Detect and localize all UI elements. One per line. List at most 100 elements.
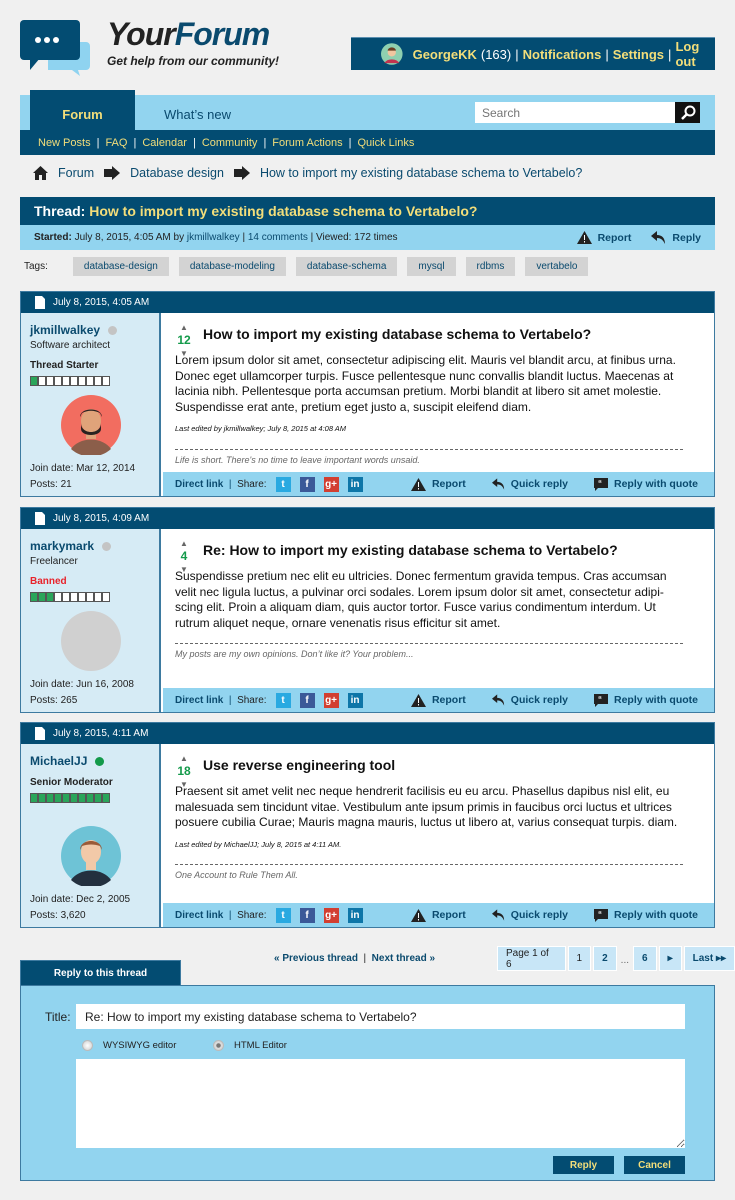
tag[interactable]: database-modeling (178, 257, 286, 276)
report-button[interactable]: Report (410, 908, 466, 922)
reply-tab[interactable]: Reply to this thread (20, 960, 181, 986)
thread-info-bar: Started: July 8, 2015, 4:05 AM by jkmill… (20, 225, 715, 250)
breadcrumb-forum[interactable]: Forum (58, 166, 94, 180)
tagline: Get help from our community! (107, 54, 280, 68)
username-link[interactable]: GeorgeKK (413, 47, 477, 62)
google-plus-icon[interactable]: g+ (323, 476, 339, 492)
radio-html-editor[interactable]: HTML Editor (213, 1040, 287, 1051)
brand-part: Forum (174, 16, 271, 52)
quick-reply-button[interactable]: Quick reply (491, 909, 568, 921)
tag[interactable]: mysql (407, 257, 456, 276)
linkedin-icon[interactable]: in (347, 907, 363, 923)
post-username[interactable]: MichaelJJ (30, 754, 87, 768)
rank-segment (38, 793, 46, 803)
page-2[interactable]: 2 (593, 946, 617, 971)
post: July 8, 2015, 4:11 AM MichaelJJ Senior M… (20, 722, 715, 928)
tag[interactable]: database-schema (295, 257, 398, 276)
post-count: Posts: 265 (30, 695, 78, 706)
post-text: Praesent sit amet velit nec neque hendre… (175, 784, 678, 829)
search-input[interactable] (475, 102, 675, 123)
join-date: Join date: Mar 12, 2014 (30, 463, 136, 474)
tab-forum[interactable]: Forum (30, 90, 135, 130)
message-editor[interactable] (76, 1059, 685, 1148)
page-1[interactable]: 1 (567, 946, 592, 971)
tags-row: Tags: database-design database-modeling … (24, 257, 589, 276)
google-plus-icon[interactable]: g+ (323, 692, 339, 708)
rank-segment (86, 376, 94, 386)
twitter-icon[interactable]: t (275, 476, 291, 492)
brand-name[interactable]: YourForum (107, 16, 271, 53)
reply-button[interactable]: Reply (553, 1156, 614, 1174)
reply-with-quote-button[interactable]: “ Reply with quote (594, 693, 698, 707)
logo-icon (20, 20, 90, 76)
post-username[interactable]: jkmillwalkey (30, 323, 100, 337)
user-avatar-icon[interactable] (381, 41, 403, 67)
reply-with-quote-button[interactable]: “ Reply with quote (594, 908, 698, 922)
comments-link[interactable]: 14 comments (248, 232, 308, 243)
report-button[interactable]: Report (410, 693, 466, 707)
rank-segment (86, 592, 94, 602)
share-label: Share: (237, 909, 267, 921)
rank-segment (86, 793, 94, 803)
direct-link[interactable]: Direct link (175, 695, 223, 706)
next-page-icon[interactable]: ▸ (658, 946, 682, 971)
post-username[interactable]: markymark (30, 539, 94, 553)
linkedin-icon[interactable]: in (347, 692, 363, 708)
facebook-icon[interactable]: f (299, 907, 315, 923)
signature: My posts are my own opinions. Don’t like… (175, 643, 683, 663)
subnav-forum-actions[interactable]: Forum Actions (272, 137, 342, 149)
subnav-calendar[interactable]: Calendar (142, 137, 187, 149)
facebook-icon[interactable]: f (299, 692, 315, 708)
title-input[interactable] (76, 1004, 685, 1029)
page-6[interactable]: 6 (633, 946, 657, 971)
avatar[interactable] (61, 395, 121, 458)
radio-button[interactable] (82, 1040, 93, 1051)
rank-segment (38, 376, 46, 386)
previous-thread-link[interactable]: « Previous thread (274, 953, 358, 964)
twitter-icon[interactable]: t (275, 692, 291, 708)
direct-link[interactable]: Direct link (175, 479, 223, 490)
quick-reply-button[interactable]: Quick reply (491, 478, 568, 490)
search-button[interactable] (675, 102, 700, 123)
subnav-community[interactable]: Community (202, 137, 258, 149)
facebook-icon[interactable]: f (299, 476, 315, 492)
linkedin-icon[interactable]: in (347, 476, 363, 492)
twitter-icon[interactable]: t (275, 907, 291, 923)
tag[interactable]: rdbms (465, 257, 516, 276)
radio-wysiwyg[interactable]: WYSIWYG editor (82, 1040, 176, 1051)
post-author-panel: MichaelJJ Senior Moderator Join date: De… (21, 744, 161, 927)
thread-author-link[interactable]: jkmillwalkey (187, 232, 240, 243)
google-plus-icon[interactable]: g+ (323, 907, 339, 923)
tag[interactable]: vertabelo (525, 257, 589, 276)
notifications-link[interactable]: Notifications (523, 47, 602, 62)
direct-link[interactable]: Direct link (175, 910, 223, 921)
breadcrumb-category[interactable]: Database design (130, 166, 224, 180)
reply-with-quote-button[interactable]: “ Reply with quote (594, 477, 698, 491)
home-icon[interactable] (33, 166, 48, 180)
report-button[interactable]: Report (410, 477, 466, 491)
subnav-quick-links[interactable]: Quick Links (357, 137, 414, 149)
post-date: July 8, 2015, 4:05 AM (53, 297, 150, 308)
radio-button-selected[interactable] (213, 1040, 224, 1051)
subnav-new-posts[interactable]: New Posts (38, 137, 91, 149)
settings-link[interactable]: Settings (613, 47, 664, 62)
tag[interactable]: database-design (72, 257, 169, 276)
tab-whats-new[interactable]: What’s new (164, 107, 231, 122)
post-body: ▲ 12 ▼ How to import my existing database … (163, 313, 714, 472)
last-edited: Last edited by jkmillwalkey; July 8, 201… (175, 424, 347, 433)
avatar[interactable] (61, 611, 121, 674)
post-text: Suspendisse pretium nec elit eu ultricie… (175, 569, 667, 630)
post-header: July 8, 2015, 4:09 AM (21, 508, 714, 529)
subnav-faq[interactable]: FAQ (105, 137, 127, 149)
breadcrumb-thread[interactable]: How to import my existing database schem… (260, 166, 582, 180)
last-page-button[interactable]: Last ▸▸ (683, 946, 735, 971)
thread-reply-button[interactable]: Reply (651, 231, 701, 244)
next-thread-link[interactable]: Next thread » (372, 953, 435, 964)
cancel-button[interactable]: Cancel (624, 1156, 685, 1174)
post-header: July 8, 2015, 4:05 AM (21, 292, 714, 313)
avatar[interactable] (61, 826, 121, 889)
logout-link[interactable]: Log out (675, 39, 715, 69)
quick-reply-button[interactable]: Quick reply (491, 694, 568, 706)
vote-count: 4 (180, 549, 188, 563)
thread-report-button[interactable]: Report (576, 231, 631, 244)
